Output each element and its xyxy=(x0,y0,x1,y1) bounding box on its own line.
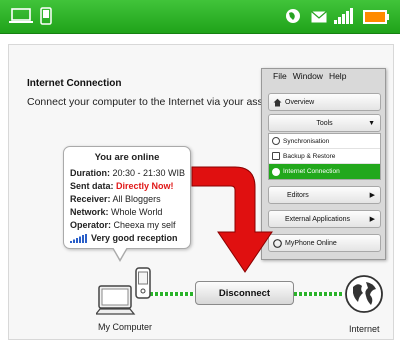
internet-globe-icon[interactable] xyxy=(344,274,384,314)
internet-label: Internet xyxy=(349,324,380,334)
disconnect-button[interactable]: Disconnect xyxy=(195,281,294,305)
cable-right xyxy=(294,292,344,296)
my-computer-icon[interactable] xyxy=(96,264,158,318)
my-computer-label: My Computer xyxy=(98,322,153,332)
